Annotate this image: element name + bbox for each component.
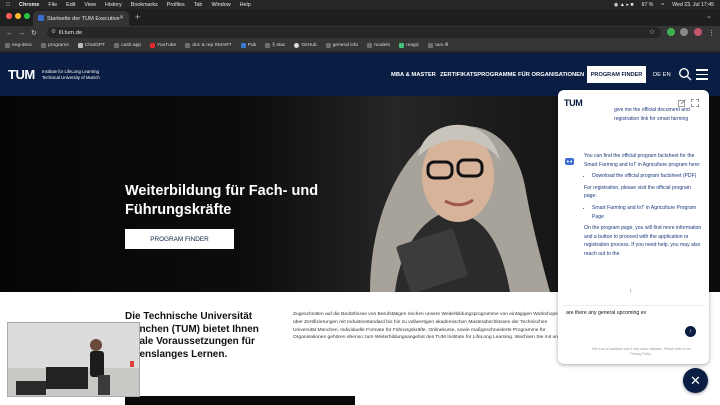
github-icon: [294, 43, 300, 48]
browser-tab[interactable]: Startseite der TUM Executive ✕: [33, 11, 129, 26]
folder-icon: [114, 43, 120, 48]
profile-avatar[interactable]: [694, 28, 702, 36]
bot-message-register: For registration, please visit the offic…: [584, 184, 691, 200]
bookmark-item[interactable]: Pub: [240, 43, 256, 48]
nav-program-finder-button[interactable]: PROGRAM FINDER: [587, 66, 646, 83]
bookmark-item[interactable]: general info: [325, 43, 358, 48]
intro-heading: Die Technische Universität München (TUM)…: [125, 311, 259, 360]
chat-input-area[interactable]: [562, 305, 705, 329]
bookmark-item[interactable]: cash.app: [114, 43, 141, 48]
menu-chrome[interactable]: Chrome: [19, 2, 39, 8]
folder-icon: [265, 43, 271, 48]
intro-paragraph: Zugeschnitten auf die Bedürfnisse von Be…: [293, 312, 562, 341]
wifi-icon[interactable]: ≈: [661, 2, 664, 8]
address-bar[interactable]: ⚙ lll.tum.de ☆: [47, 27, 661, 38]
bookmark-item[interactable]: magic: [399, 43, 419, 48]
folder-icon: [428, 43, 434, 48]
menu-tab[interactable]: Tab: [194, 2, 203, 8]
bot-message-outro: On the program page, you will find more …: [584, 225, 702, 257]
chat-assistant-panel: TUM give me the official document and re…: [558, 90, 709, 364]
reload-icon[interactable]: ↻: [31, 26, 37, 40]
bookmark-star-icon[interactable]: ☆: [649, 28, 655, 36]
chatgpt-icon: [77, 43, 83, 48]
search-icon[interactable]: [678, 67, 692, 81]
bookmark-item[interactable]: programs: [41, 43, 69, 48]
language-switcher[interactable]: DE EN: [653, 72, 671, 78]
user-message: give me the official document and regist…: [614, 107, 690, 122]
chrome-menu-icon[interactable]: ⋮: [708, 26, 715, 40]
tum-logo[interactable]: TUM: [8, 68, 38, 82]
nav-mba-master[interactable]: MBA & MASTER: [391, 72, 436, 78]
close-tab-icon[interactable]: ✕: [119, 14, 124, 21]
hero-program-finder-button[interactable]: PROGRAM FINDER: [125, 229, 234, 249]
menu-view[interactable]: View: [84, 2, 96, 8]
close-window-icon[interactable]: [6, 13, 12, 19]
clock[interactable]: Wed 23. Jul 17:45: [672, 2, 714, 8]
battery-level[interactable]: 67 %: [642, 2, 654, 8]
site-info-icon[interactable]: ⚙: [51, 29, 56, 35]
bot-avatar-icon: [565, 158, 574, 165]
url-text: lll.tum.de: [59, 29, 83, 36]
chat-tum-logo: TUM: [564, 98, 583, 108]
bot-message-intro: You can find the official program factsh…: [584, 153, 701, 168]
folder-icon: [185, 43, 191, 48]
bookmark-item[interactable]: doc & rep SMART: [185, 43, 232, 48]
bookmark-item[interactable]: tum lll: [428, 43, 448, 48]
send-icon[interactable]: ↑: [685, 326, 696, 337]
menu-bookmarks[interactable]: Bookmarks: [131, 2, 158, 8]
folder-icon: [5, 43, 10, 48]
folder-icon: [325, 43, 331, 48]
menu-window[interactable]: Window: [211, 2, 230, 8]
menu-history[interactable]: History: [105, 2, 122, 8]
new-tab-icon[interactable]: +: [135, 12, 140, 22]
hamburger-menu-icon[interactable]: [696, 69, 708, 80]
hero-title: Weiterbildung für Fach- und Führungskräf…: [125, 183, 319, 218]
logo-subtitle: Institute for LifeLong Learning: [42, 69, 99, 74]
chat-input[interactable]: are there any general upcoming ev: [566, 310, 646, 316]
bookmark-item[interactable]: YouTube: [150, 43, 176, 48]
logo-subtitle: Technical University of Munich: [42, 75, 100, 80]
tab-favicon-icon: [38, 15, 44, 21]
tab-title: Startseite der TUM Executive: [47, 15, 120, 22]
bookmark-item[interactable]: eng-desc: [5, 43, 32, 48]
extensions-puzzle-icon[interactable]: [680, 28, 688, 36]
hero-portrait-illustration: [370, 124, 550, 292]
tab-search-icon[interactable]: ⌄: [706, 12, 712, 20]
folder-icon: [41, 43, 47, 48]
webcam-overlay: [7, 322, 140, 397]
menu-edit[interactable]: Edit: [66, 2, 75, 8]
status-icons[interactable]: ◉ ▲ ▸ ■: [614, 2, 634, 8]
minimize-window-icon[interactable]: [15, 13, 21, 19]
menu-help[interactable]: Help: [240, 2, 251, 8]
bookmark-item[interactable]: ChatGPT: [77, 43, 105, 48]
program-page-link[interactable]: Smart Farming and IoT in Agriculture Pro…: [592, 204, 702, 221]
bot-message: You can find the official program factsh…: [584, 152, 702, 259]
macos-menubar:  Chrome File Edit View History Bookmark…: [0, 0, 720, 9]
chat-disclaimer: This is an AI assistant and it may make …: [591, 347, 691, 356]
nav-zertifikatsprogramme[interactable]: ZERTIFIKATSPROGRAMME: [440, 72, 516, 78]
factsheet-link[interactable]: Download the official program factsheet …: [592, 172, 702, 181]
bookmark-item[interactable]: GitHub: [294, 43, 317, 48]
menu-file[interactable]: File: [48, 2, 57, 8]
scroll-down-icon[interactable]: ↓: [629, 288, 632, 294]
magic-icon: [399, 43, 405, 48]
youtube-icon: [150, 43, 156, 48]
apple-menu-icon[interactable]: : [6, 2, 10, 8]
nav-fuer-organisationen[interactable]: FÜR ORGANISATIONEN: [518, 72, 584, 78]
menu-profiles[interactable]: Profiles: [167, 2, 185, 8]
folder-icon: [367, 43, 373, 48]
video-section: [125, 396, 355, 405]
forward-icon[interactable]: →: [18, 26, 25, 40]
extension-icon[interactable]: [667, 28, 675, 36]
webcam-feed-illustration: [8, 323, 139, 396]
bookmark-item[interactable]: § stac: [265, 43, 285, 48]
back-icon[interactable]: ←: [6, 26, 13, 40]
bookmarks-bar: eng-desc programs ChatGPT cash.app YouTu…: [0, 40, 720, 52]
pub-icon: [240, 43, 246, 48]
bookmark-item[interactable]: modelo: [367, 43, 390, 48]
zoom-window-icon[interactable]: [24, 13, 30, 19]
close-chat-icon[interactable]: ✕: [683, 368, 708, 393]
